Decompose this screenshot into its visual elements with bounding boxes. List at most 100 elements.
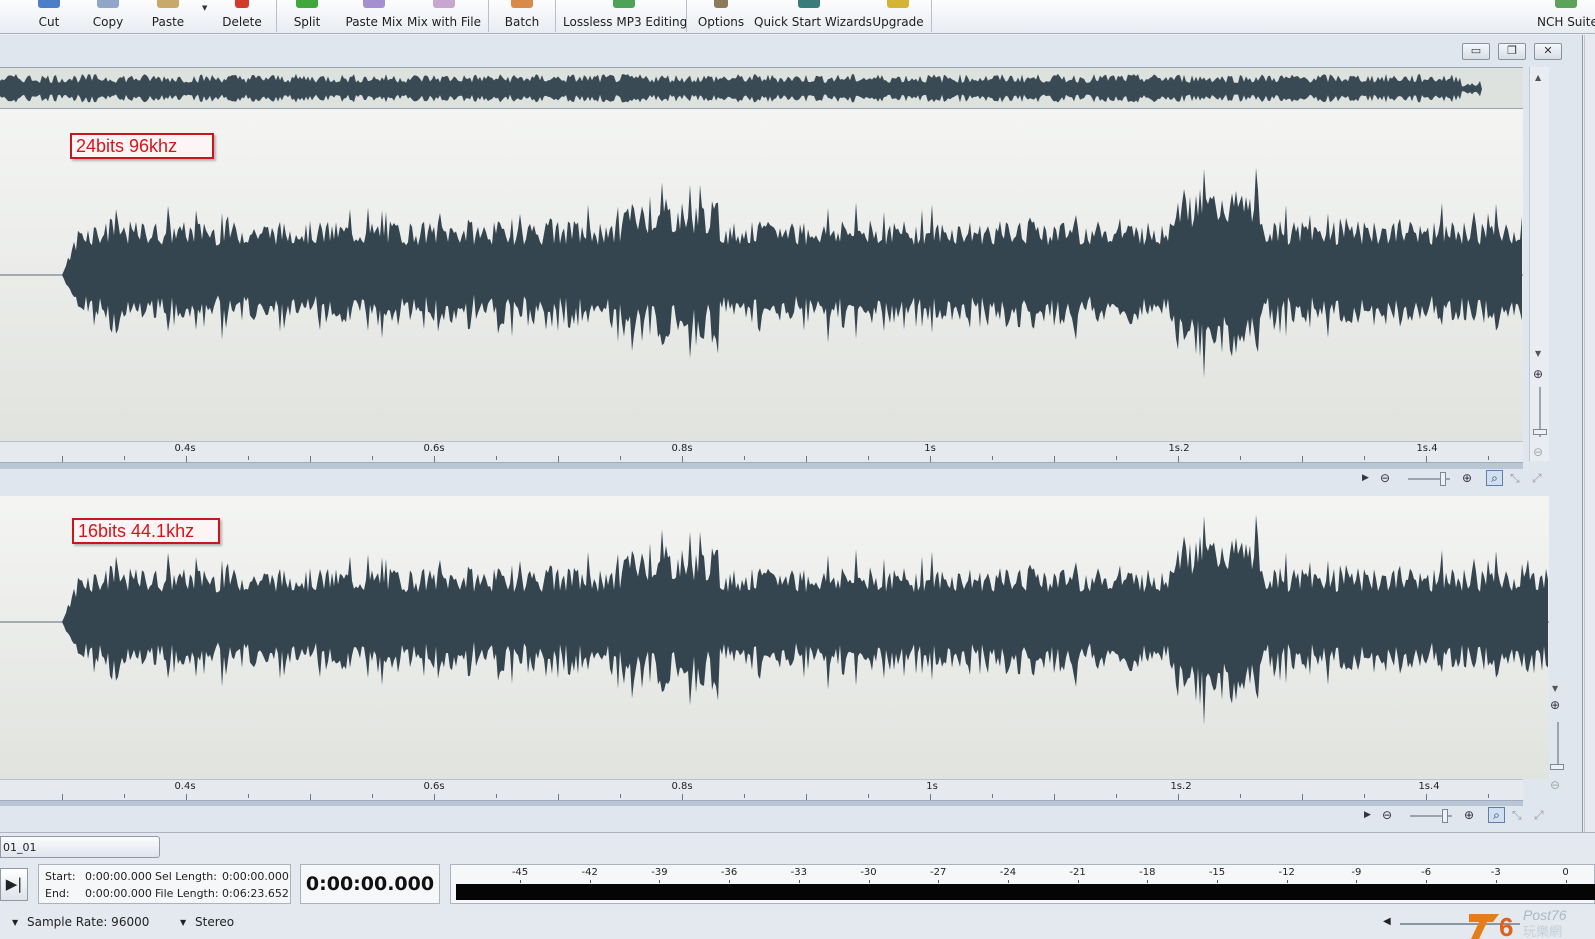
sample-rate-dropdown-icon[interactable]: ▼ (12, 918, 18, 927)
meter-scale-tick (1007, 880, 1009, 883)
right-scroll-strip[interactable] (1584, 35, 1595, 832)
split-button[interactable]: Split (289, 0, 325, 34)
meter-scale-label: -3 (1490, 867, 1501, 878)
vertical-zoom-slider[interactable] (1550, 764, 1564, 770)
play-to-end-button[interactable]: ▶| (0, 868, 28, 901)
ruler-tick (124, 456, 125, 460)
vertical-zoom-in-icon[interactable]: ⊕ (1533, 367, 1543, 381)
horizontal-zoom-slider[interactable] (1440, 472, 1446, 486)
meter-scale-label: -18 (1139, 867, 1156, 878)
channel-1-annotation: 24bits 96khz (70, 133, 214, 159)
file-tab[interactable]: 01_01 (0, 836, 160, 858)
meter-scale-label: -33 (790, 867, 807, 878)
channel-2-time-ruler[interactable]: 0.4s 0.6s 0.8s 1s 1s.2 1s.4 (0, 779, 1523, 800)
ruler-tick (372, 456, 373, 460)
mix-file-icon (433, 0, 455, 8)
channel-2-annotation: 16bits 44.1khz (72, 518, 220, 544)
channel-1-scroll-bar[interactable] (0, 462, 1523, 469)
level-meter: -45 -42 -39 -36 -33 -30 -27 -24 -21 -18 -15 -12 -9 -6… (450, 864, 1595, 904)
zoom-out-icon[interactable]: ⊖ (1380, 471, 1390, 485)
zoom-full-icon[interactable]: ⤢ (1532, 471, 1542, 486)
restore-button[interactable]: ❐ (1498, 43, 1526, 60)
ruler-tick (744, 456, 745, 460)
overview-waveform[interactable] (0, 67, 1523, 109)
scroll-down-icon[interactable]: ▼ (1552, 684, 1558, 693)
meter-scale-tick (798, 880, 800, 883)
meter-scale-tick (1426, 880, 1428, 883)
toolbar-separator (276, 0, 277, 32)
vertical-zoom-out-icon[interactable]: ⊖ (1550, 778, 1560, 792)
svg-text:玩樂網: 玩樂網 (1523, 924, 1562, 939)
copy-button[interactable]: Copy (88, 0, 128, 34)
cut-button[interactable]: Cut (30, 0, 68, 34)
meter-scale-tick (589, 880, 591, 883)
paste-button[interactable]: Paste (147, 0, 189, 34)
ruler-tick-label: 1s.4 (1418, 781, 1440, 792)
zoom-selection-icon[interactable]: ⤡ (1510, 471, 1520, 486)
paste-mix-button[interactable]: Paste Mix (343, 0, 405, 34)
nch-suite-icon (1555, 0, 1577, 8)
channel-2-vertical-zoom: ▼ ⊕ ⊖ (1549, 682, 1569, 802)
meter-scale-label: -36 (720, 867, 738, 878)
options-button[interactable]: Options (696, 0, 746, 34)
vertical-zoom-in-icon[interactable]: ⊕ (1550, 698, 1560, 712)
toolbar-separator (555, 0, 556, 32)
meter-scale-label: -39 (651, 867, 668, 878)
ruler-tick-label: 1s (926, 781, 938, 792)
channel-mode[interactable]: Stereo (195, 915, 234, 929)
start-value: 0:00:00.000 (85, 870, 152, 883)
sample-rate[interactable]: Sample Rate: 96000 (27, 915, 149, 929)
copy-icon (97, 0, 119, 8)
horizontal-zoom-slider[interactable] (1442, 809, 1448, 823)
channel-2-waveform[interactable]: 16bits 44.1khz (0, 496, 1549, 779)
vertical-zoom-slider[interactable] (1533, 429, 1547, 435)
channel-1-waveform[interactable]: 24bits 96khz (0, 109, 1523, 441)
ruler-tick (744, 794, 745, 798)
start-label: Start: (45, 870, 76, 883)
meter-scale-label: -6 (1421, 867, 1432, 878)
ruler-tick (1364, 794, 1365, 798)
vertical-zoom-track (1557, 722, 1559, 770)
ruler-tick (496, 794, 497, 798)
zoom-in-icon[interactable]: ⊕ (1464, 808, 1474, 822)
zoom-to-fit-icon[interactable]: ⌕ (1486, 470, 1503, 486)
channel-1-vertical-scrollbar[interactable]: ▲ ▼ ⊕ ⊖ (1529, 67, 1549, 461)
ruler-tick (1364, 456, 1365, 460)
nch-suite-button[interactable]: NCH Suite (1537, 0, 1595, 34)
vertical-zoom-out-icon[interactable]: ⊖ (1533, 445, 1543, 459)
meter-scale-tick (1147, 880, 1149, 883)
file-length-value: 0:06:23.652 (222, 887, 289, 900)
delete-button[interactable]: Delete (219, 0, 265, 34)
batch-button[interactable]: Batch (500, 0, 544, 34)
channels-dropdown-icon[interactable]: ▼ (180, 918, 186, 927)
zoom-full-icon[interactable]: ⤢ (1534, 808, 1544, 823)
upgrade-button[interactable]: Upgrade (871, 0, 925, 34)
ruler-tick (1240, 794, 1241, 798)
scroll-up-icon[interactable]: ▲ (1535, 73, 1541, 82)
volume-icon[interactable]: ◀ (1383, 916, 1391, 927)
ruler-tick (372, 794, 373, 798)
zoom-selection-icon[interactable]: ⤡ (1512, 808, 1522, 823)
meter-scale-tick (1286, 880, 1288, 883)
channel-1-waveform-graphic (0, 167, 1523, 378)
zoom-to-fit-icon[interactable]: ⌕ (1488, 807, 1505, 823)
meter-scale-tick (938, 880, 940, 883)
meter-scale-tick (1495, 880, 1497, 883)
scroll-right-icon[interactable]: ▶ (1364, 810, 1371, 820)
mix-with-file-button[interactable]: Mix with File (407, 0, 481, 34)
ruler-tick (868, 794, 869, 798)
scroll-down-icon[interactable]: ▼ (1535, 349, 1541, 358)
zoom-out-icon[interactable]: ⊖ (1382, 808, 1392, 822)
ruler-tick-label: 0.4s (174, 781, 196, 792)
lossless-mp3-editing-button[interactable]: Lossless MP3 Editing (563, 0, 687, 34)
close-button[interactable]: ✕ (1534, 43, 1562, 60)
zoom-in-icon[interactable]: ⊕ (1462, 471, 1472, 485)
options-icon (714, 0, 728, 8)
channel-1-time-ruler[interactable]: 0.4s 0.6s 0.8s 1s 1s.2 1s.4 (0, 441, 1523, 462)
end-value: 0:00:00.000 (85, 887, 152, 900)
quick-start-wizards-button[interactable]: Quick Start Wizards (754, 0, 872, 34)
meter-scale-tick (868, 880, 870, 883)
scroll-right-icon[interactable]: ▶ (1362, 473, 1369, 483)
paste-dropdown-icon[interactable]: ▼ (202, 4, 207, 12)
minimize-button[interactable]: ▭ (1462, 43, 1490, 60)
